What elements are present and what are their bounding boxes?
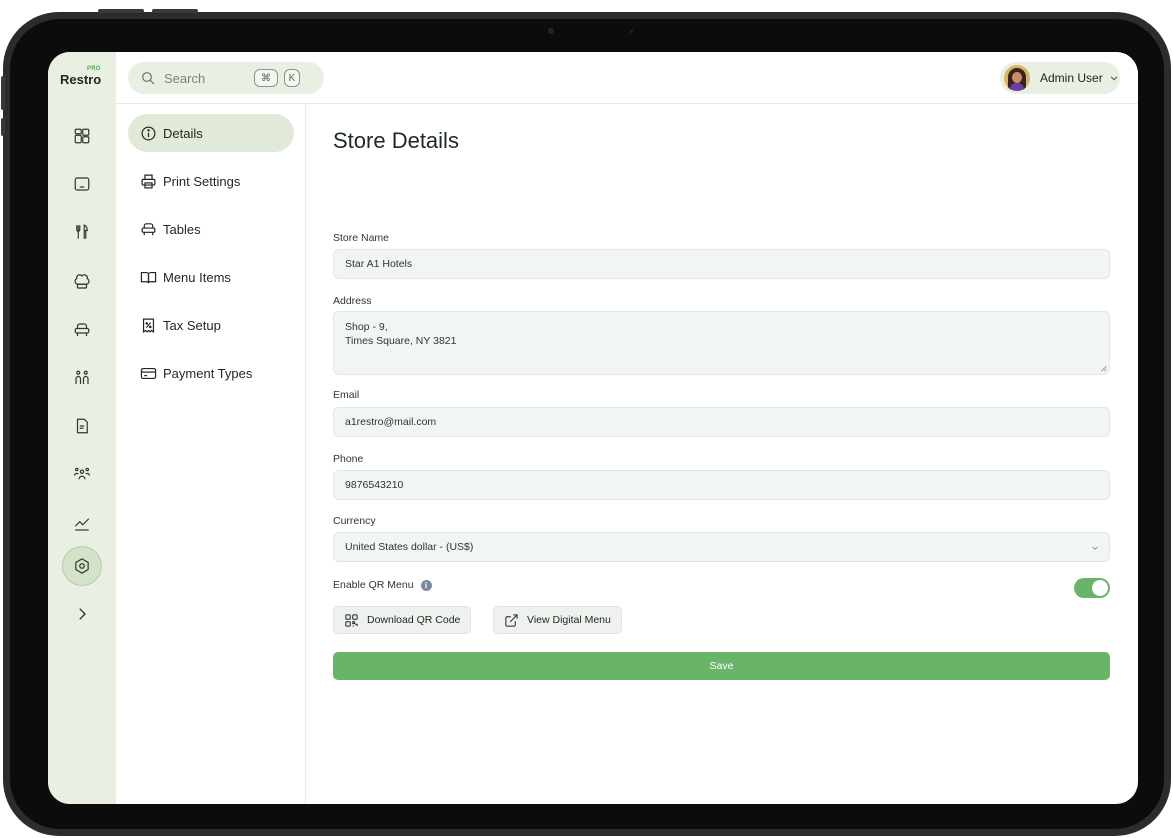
invoice-icon[interactable] xyxy=(70,414,94,438)
currency-selected-value: United States dollar - (US$) xyxy=(345,541,474,553)
toggle-knob xyxy=(1092,580,1108,596)
expand-icon[interactable] xyxy=(70,602,94,626)
nav-item-tax-setup[interactable]: Tax Setup xyxy=(128,306,294,344)
address-label: Address xyxy=(333,295,372,307)
staff-icon[interactable] xyxy=(70,366,94,390)
brand-name: Restro xyxy=(60,72,102,87)
brand-logo: Restro PRO xyxy=(60,66,102,87)
nav-item-label: Print Settings xyxy=(163,173,241,189)
email-field[interactable] xyxy=(333,407,1110,437)
nav-item-label: Tables xyxy=(163,221,201,237)
user-name: Admin User xyxy=(1040,71,1103,85)
phone-field[interactable] xyxy=(333,470,1110,500)
chef-hat-icon[interactable] xyxy=(70,270,94,294)
download-qr-label: Download QR Code xyxy=(367,614,461,626)
top-bar: Search ⌘ K Admin User xyxy=(116,52,1138,104)
phone-label: Phone xyxy=(333,453,364,465)
qr-menu-label: Enable QR Menu xyxy=(333,579,414,591)
view-menu-label: View Digital Menu xyxy=(527,614,611,626)
store-name-field[interactable] xyxy=(333,249,1110,279)
pos-terminal-icon[interactable] xyxy=(70,172,94,196)
camera xyxy=(548,28,554,34)
camera-sensor xyxy=(630,30,633,33)
nav-item-label: Payment Types xyxy=(163,365,253,381)
nav-item-menu-items[interactable]: Menu Items xyxy=(128,258,294,296)
qr-menu-toggle[interactable] xyxy=(1074,578,1110,598)
customers-icon[interactable] xyxy=(70,462,94,486)
info-icon[interactable]: i xyxy=(420,579,432,591)
receipt-percent-icon xyxy=(142,318,155,333)
nav-item-tables[interactable]: Tables xyxy=(128,210,294,248)
device-button xyxy=(1,76,5,110)
address-field[interactable]: Shop - 9, Times Square, NY 3821 xyxy=(333,311,1110,375)
avatar xyxy=(1004,65,1030,91)
device-button xyxy=(98,9,144,13)
credit-card-icon xyxy=(140,367,157,379)
chevron-down-icon xyxy=(1110,76,1117,81)
search-placeholder: Search xyxy=(164,70,206,86)
device-button xyxy=(1,118,5,136)
nav-item-label: Tax Setup xyxy=(163,317,221,333)
download-qr-button[interactable]: Download QR Code xyxy=(333,606,472,634)
external-link-icon xyxy=(505,613,518,627)
store-name-label: Store Name xyxy=(333,232,390,244)
chevron-down-icon xyxy=(1092,546,1098,550)
currency-label: Currency xyxy=(333,515,376,527)
nav-item-label: Details xyxy=(163,125,203,141)
icon-rail: Restro PRO xyxy=(48,52,116,804)
page-title: Store Details xyxy=(333,128,459,153)
settings-icon[interactable] xyxy=(62,546,102,586)
reports-icon[interactable] xyxy=(70,512,94,536)
printer-icon xyxy=(141,174,156,188)
shortcut-command-key: ⌘ xyxy=(254,69,278,87)
search-icon xyxy=(142,72,155,85)
nav-item-print-settings[interactable]: Print Settings xyxy=(128,162,294,200)
email-label: Email xyxy=(333,389,360,401)
save-button[interactable]: Save xyxy=(333,652,1110,680)
pro-badge: PRO xyxy=(87,66,101,72)
device-button xyxy=(152,9,198,13)
qr-menu-label-row: Enable QR Menu i xyxy=(333,579,432,591)
table-icon[interactable] xyxy=(70,318,94,342)
shortcut-k-key: K xyxy=(284,69,300,87)
nav-item-label: Menu Items xyxy=(163,269,231,285)
cutlery-icon[interactable] xyxy=(70,220,94,244)
info-icon xyxy=(141,126,156,140)
book-icon xyxy=(140,271,157,283)
app-screen: Restro PRO Search ⌘ K Admin User Details… xyxy=(48,52,1138,804)
address-wrapper: Shop - 9, Times Square, NY 3821 xyxy=(333,311,1110,375)
store-details-form: Store Details Store Name Address Shop - … xyxy=(333,104,1110,804)
view-digital-menu-button[interactable]: View Digital Menu xyxy=(493,606,622,634)
dashboard-icon[interactable] xyxy=(70,124,94,148)
settings-nav: Details Print Settings Tables Menu Items… xyxy=(116,104,306,804)
resize-handle-icon[interactable] xyxy=(1100,365,1107,372)
qr-code-icon xyxy=(345,613,358,627)
nav-item-details[interactable]: Details xyxy=(128,114,294,152)
currency-select[interactable]: United States dollar - (US$) xyxy=(333,532,1110,562)
user-menu[interactable]: Admin User xyxy=(1000,62,1120,94)
table-icon xyxy=(141,222,156,235)
search-input[interactable]: Search ⌘ K xyxy=(128,62,324,94)
nav-item-payment-types[interactable]: Payment Types xyxy=(128,354,294,392)
